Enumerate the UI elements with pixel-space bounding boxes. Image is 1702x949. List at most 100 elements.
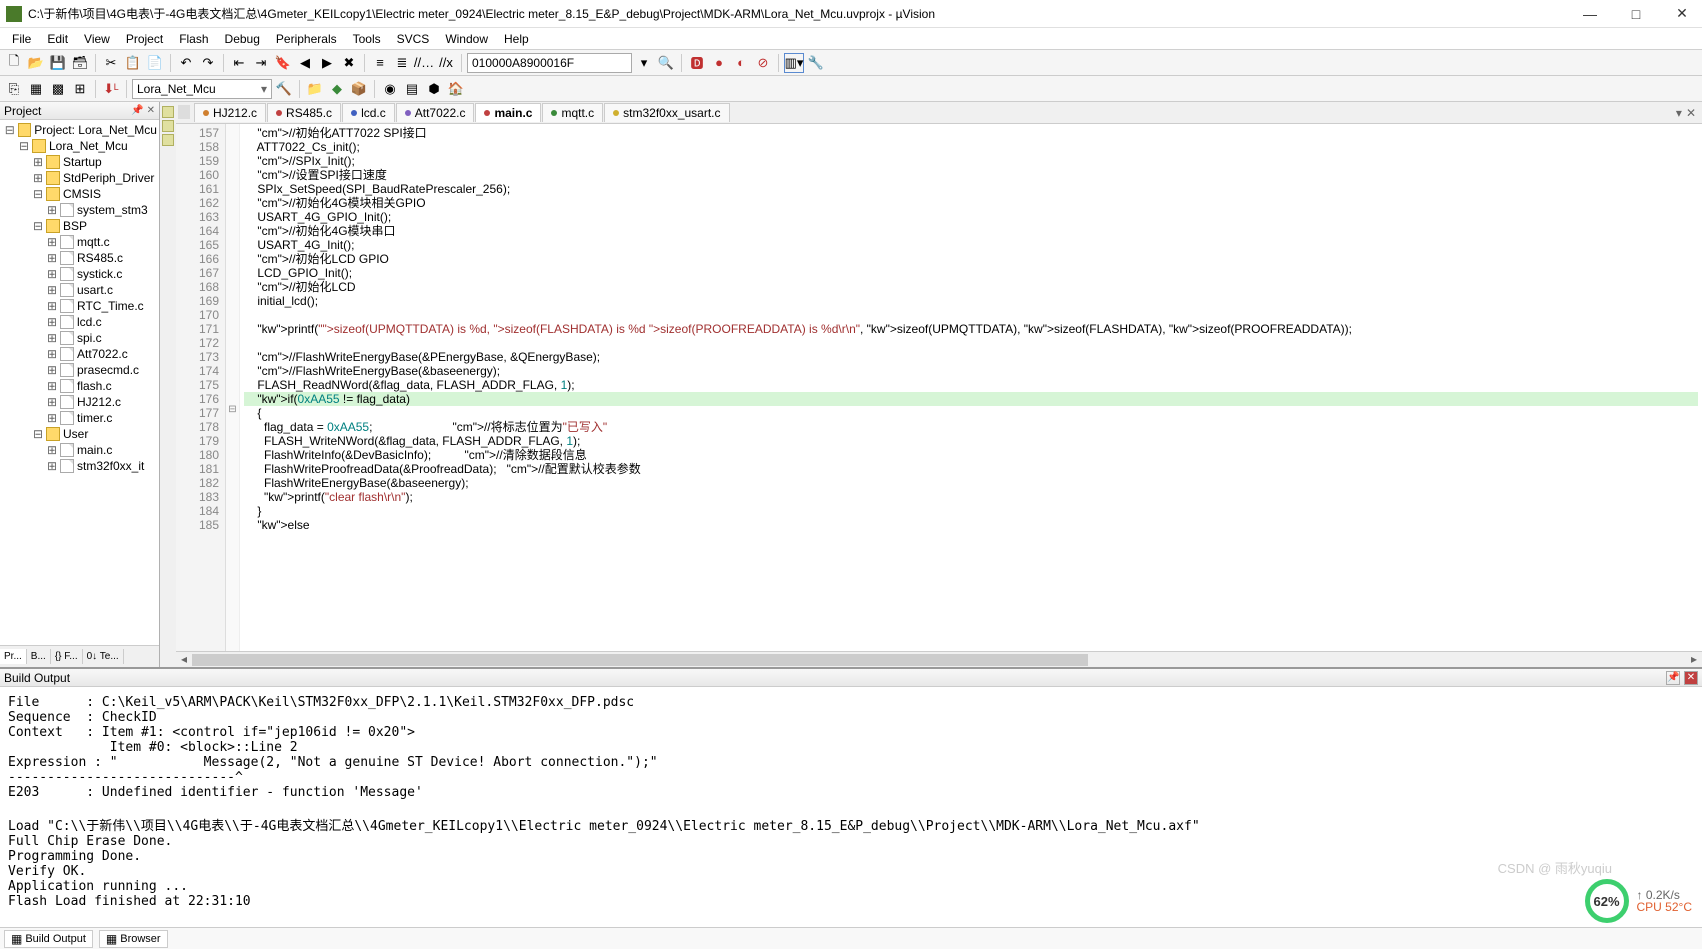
tree-item[interactable]: ⊞RTC_Time.c bbox=[0, 298, 159, 314]
undo-icon[interactable]: ↶ bbox=[176, 53, 196, 73]
menu-edit[interactable]: Edit bbox=[39, 30, 76, 48]
menu-window[interactable]: Window bbox=[437, 30, 496, 48]
tree-item[interactable]: ⊞StdPeriph_Driver bbox=[0, 170, 159, 186]
menu-svcs[interactable]: SVCS bbox=[389, 30, 438, 48]
tree-item[interactable]: ⊞system_stm3 bbox=[0, 202, 159, 218]
save-icon[interactable]: 💾 bbox=[48, 53, 68, 73]
editor-hscroll[interactable]: ◂ ▸ bbox=[176, 651, 1702, 667]
build-output-pin-icon[interactable]: 📌 bbox=[1666, 671, 1680, 685]
paste-icon[interactable]: 📄 bbox=[145, 53, 165, 73]
target-select[interactable]: Lora_Net_Mcu▾ bbox=[132, 79, 272, 99]
tree-item[interactable]: ⊞prasecmd.c bbox=[0, 362, 159, 378]
breakpoint-insert-icon[interactable]: ● bbox=[709, 53, 729, 73]
tree-item[interactable]: ⊞RS485.c bbox=[0, 250, 159, 266]
open-file-icon[interactable]: 📂 bbox=[26, 53, 46, 73]
bookmark-next-icon[interactable]: ▶ bbox=[317, 53, 337, 73]
tree-item[interactable]: ⊞usart.c bbox=[0, 282, 159, 298]
debug-start-icon[interactable]: 🅳 bbox=[687, 53, 707, 73]
bottom-tab-build-output[interactable]: ▦Build Output bbox=[4, 930, 93, 948]
build-output-close-icon[interactable]: ✕ bbox=[1684, 671, 1698, 685]
tab-close-icon[interactable]: ✕ bbox=[1686, 106, 1696, 120]
tree-item[interactable]: ⊞timer.c bbox=[0, 410, 159, 426]
editor-tab-HJ212-c[interactable]: HJ212.c bbox=[194, 103, 266, 122]
project-tab[interactable]: 0↓ Te... bbox=[83, 649, 124, 664]
find-input[interactable] bbox=[467, 53, 632, 73]
tree-item[interactable]: ⊟BSP bbox=[0, 218, 159, 234]
options-icon[interactable]: 🔨 bbox=[274, 79, 294, 99]
menu-project[interactable]: Project bbox=[118, 30, 171, 48]
tree-item[interactable]: ⊟CMSIS bbox=[0, 186, 159, 202]
breakpoint-kill-icon[interactable]: ⊘ bbox=[753, 53, 773, 73]
editor-tab-stm32f0xx_usart-c[interactable]: stm32f0xx_usart.c bbox=[604, 103, 729, 122]
redo-icon[interactable]: ↷ bbox=[198, 53, 218, 73]
project-panel-pin-icon[interactable]: 📌 ✕ bbox=[131, 105, 155, 116]
bookmark-prev-icon[interactable]: ◀ bbox=[295, 53, 315, 73]
batch-build-icon[interactable]: ⊞ bbox=[70, 79, 90, 99]
gutter-icon[interactable] bbox=[162, 134, 174, 146]
uncomment-icon[interactable]: //x bbox=[436, 53, 456, 73]
gutter-icon[interactable] bbox=[162, 106, 174, 118]
bookmark-clear-icon[interactable]: ✖ bbox=[339, 53, 359, 73]
tool1-icon[interactable]: ◉ bbox=[380, 79, 400, 99]
indent-icon[interactable]: ≣ bbox=[392, 53, 412, 73]
tree-item[interactable]: ⊞spi.c bbox=[0, 330, 159, 346]
editor-tab-mqtt-c[interactable]: mqtt.c bbox=[542, 103, 603, 122]
menu-peripherals[interactable]: Peripherals bbox=[268, 30, 345, 48]
indent-right-icon[interactable]: ⇥ bbox=[251, 53, 271, 73]
manage-project-icon[interactable]: 📁 bbox=[305, 79, 325, 99]
project-tab[interactable]: {} F... bbox=[51, 649, 83, 664]
tree-item[interactable]: ⊞lcd.c bbox=[0, 314, 159, 330]
fold-gutter[interactable]: ⊟ bbox=[226, 124, 240, 651]
scroll-right-icon[interactable]: ▸ bbox=[1686, 652, 1702, 667]
tab-dropdown-icon[interactable]: ▾ bbox=[1676, 106, 1682, 120]
menu-help[interactable]: Help bbox=[496, 30, 537, 48]
outdent-icon[interactable]: ≡ bbox=[370, 53, 390, 73]
editor-tab-Att7022-c[interactable]: Att7022.c bbox=[396, 103, 475, 122]
tree-item[interactable]: ⊞systick.c bbox=[0, 266, 159, 282]
project-tree[interactable]: ⊟Project: Lora_Net_Mcu⊟Lora_Net_Mcu⊞Star… bbox=[0, 120, 159, 645]
menu-debug[interactable]: Debug bbox=[217, 30, 268, 48]
rebuild-icon[interactable]: ▩ bbox=[48, 79, 68, 99]
tree-item[interactable]: ⊟Lora_Net_Mcu bbox=[0, 138, 159, 154]
manage-rte-icon[interactable]: ◆ bbox=[327, 79, 347, 99]
code-area[interactable]: 1571581591601611621631641651661671681691… bbox=[176, 124, 1702, 651]
minimize-button[interactable]: — bbox=[1576, 4, 1604, 24]
build-icon[interactable]: ▦ bbox=[26, 79, 46, 99]
comment-icon[interactable]: //… bbox=[414, 53, 434, 73]
project-tab[interactable]: B... bbox=[27, 649, 51, 664]
menu-view[interactable]: View bbox=[76, 30, 118, 48]
code-lines[interactable]: "cm">//初始化ATT7022 SPI接口 ATT7022_Cs_init(… bbox=[240, 124, 1702, 651]
find-dropdown-icon[interactable]: ▾ bbox=[634, 53, 654, 73]
build-output-text[interactable]: File : C:\Keil_v5\ARM\PACK\Keil\STM32F0x… bbox=[0, 687, 1702, 927]
scroll-left-icon[interactable]: ◂ bbox=[176, 652, 192, 667]
menu-tools[interactable]: Tools bbox=[345, 30, 389, 48]
tool3-icon[interactable]: ⬢ bbox=[424, 79, 444, 99]
editor-tab-RS485-c[interactable]: RS485.c bbox=[267, 103, 341, 122]
tree-item[interactable]: ⊟Project: Lora_Net_Mcu bbox=[0, 122, 159, 138]
tree-item[interactable]: ⊞HJ212.c bbox=[0, 394, 159, 410]
configure-icon[interactable]: 🔧 bbox=[806, 53, 826, 73]
system-monitor-widget[interactable]: 62% ↑ 0.2K/s CPU 52°C bbox=[1585, 879, 1692, 923]
bottom-tab-browser[interactable]: ▦Browser bbox=[99, 930, 168, 948]
copy-icon[interactable]: 📋 bbox=[123, 53, 143, 73]
project-tab[interactable]: Pr... bbox=[0, 649, 27, 664]
tree-item[interactable]: ⊞mqtt.c bbox=[0, 234, 159, 250]
menu-flash[interactable]: Flash bbox=[171, 30, 216, 48]
tool2-icon[interactable]: ▤ bbox=[402, 79, 422, 99]
new-file-icon[interactable]: 🗋 bbox=[4, 53, 24, 73]
menu-file[interactable]: File bbox=[4, 30, 39, 48]
breakpoint-enable-icon[interactable]: ◐ bbox=[731, 53, 751, 73]
tree-item[interactable]: ⊟User bbox=[0, 426, 159, 442]
maximize-button[interactable]: □ bbox=[1622, 4, 1650, 24]
editor-tab-main-c[interactable]: main.c bbox=[475, 103, 541, 122]
hscroll-thumb[interactable] bbox=[192, 654, 1088, 666]
translate-icon[interactable]: ⎘ bbox=[4, 79, 24, 99]
download-icon[interactable]: ⬇ᴸ bbox=[101, 79, 121, 99]
tool4-icon[interactable]: 🏠 bbox=[446, 79, 466, 99]
tree-item[interactable]: ⊞flash.c bbox=[0, 378, 159, 394]
tree-item[interactable]: ⊞Startup bbox=[0, 154, 159, 170]
bookmark-toggle-icon[interactable]: 🔖 bbox=[273, 53, 293, 73]
select-packs-icon[interactable]: 📦 bbox=[349, 79, 369, 99]
save-all-icon[interactable]: 🗃 bbox=[70, 53, 90, 73]
find-in-files-icon[interactable]: 🔍 bbox=[656, 53, 676, 73]
